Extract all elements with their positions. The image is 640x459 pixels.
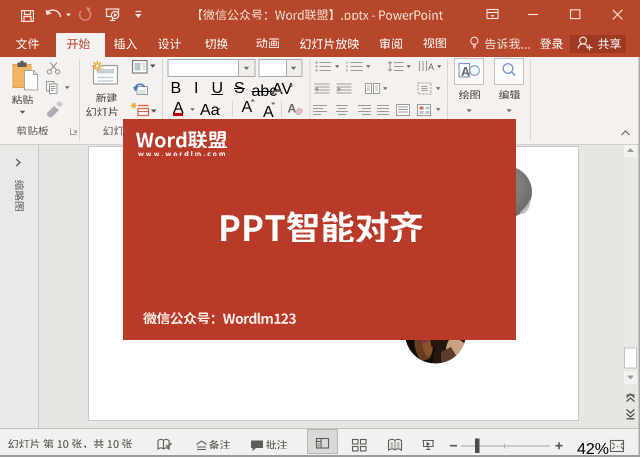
svg-text:A: A bbox=[288, 102, 297, 116]
svg-text:A: A bbox=[428, 62, 434, 72]
